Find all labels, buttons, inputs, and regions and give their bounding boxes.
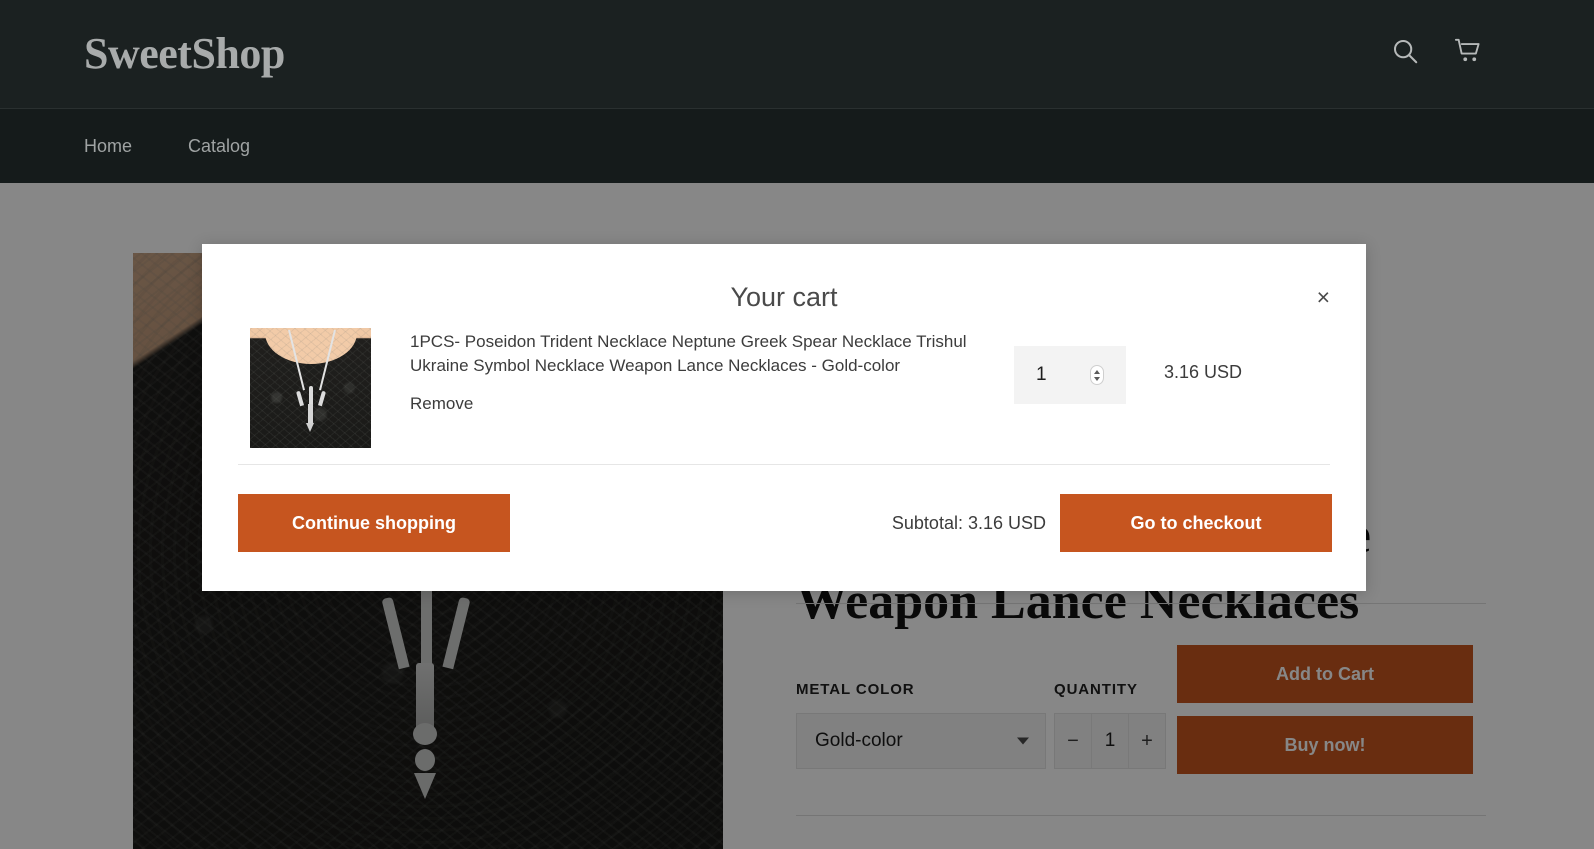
cart-modal: Your cart × 1PCS- Poseidon Trident Neckl… [202,244,1366,591]
cart-item-remove-link[interactable]: Remove [410,394,473,414]
continue-shopping-button[interactable]: Continue shopping [238,494,510,552]
thumbnail-trident-prongs [296,386,326,407]
cart-line-item: 1PCS- Poseidon Trident Necklace Neptune … [238,328,1330,464]
cart-modal-footer: Continue shopping Subtotal: 3.16 USD Go … [202,484,1366,584]
page-root: SweetShop Home Catalog Weapon Lance Neck… [0,0,1594,849]
site-header: SweetShop [0,0,1594,108]
cart-item-quantity-input[interactable] [1014,346,1126,404]
search-icon[interactable] [1390,36,1420,66]
thumbnail-trident-stem [308,404,313,424]
nav-item-catalog[interactable]: Catalog [188,136,250,157]
cart-item-quantity-field[interactable] [1014,346,1126,404]
site-logo[interactable]: SweetShop [84,28,285,79]
thumbnail-trident-tip [306,423,314,432]
cart-item-thumbnail[interactable] [250,328,371,448]
cart-item-price: 3.16 USD [1164,362,1243,382]
close-icon[interactable]: × [1317,286,1330,309]
cart-icon[interactable] [1454,36,1484,66]
cart-items-divider [238,464,1330,465]
cart-subtotal: Subtotal: 3.16 USD [891,513,1046,533]
cart-item-description: 1PCS- Poseidon Trident Necklace Neptune … [410,332,967,376]
nav-item-home[interactable]: Home [84,136,132,157]
go-to-checkout-button[interactable]: Go to checkout [1060,494,1332,552]
cart-modal-title: Your cart [730,282,838,312]
primary-nav: Home Catalog [0,108,1594,183]
quantity-spinner-icon[interactable] [1090,365,1104,385]
header-icon-group [1390,36,1484,66]
